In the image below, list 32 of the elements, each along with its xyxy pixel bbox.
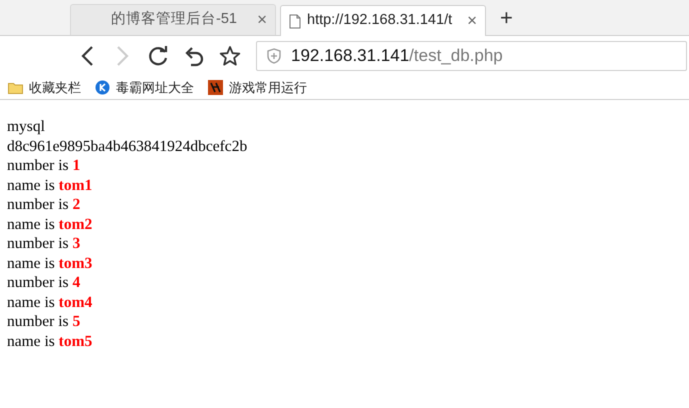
output-line: name is tom1 bbox=[7, 176, 92, 195]
bookmark-link[interactable]: 毒霸网址大全 bbox=[116, 78, 194, 98]
tab-title: http://192.168.31.141/t bbox=[307, 11, 454, 30]
close-tab-button[interactable]: × bbox=[467, 8, 477, 34]
output-line: number is 2 bbox=[7, 195, 80, 214]
output-line: number is 3 bbox=[7, 234, 80, 254]
star-icon[interactable] bbox=[219, 45, 241, 67]
new-tab-button[interactable]: + bbox=[500, 6, 513, 28]
output-line: number is 4 bbox=[7, 273, 80, 292]
browser-tab[interactable]: 的博客管理后台-51 × bbox=[70, 4, 276, 35]
page-icon bbox=[289, 14, 301, 28]
bookmark-link[interactable]: 游戏常用运行 bbox=[229, 78, 307, 98]
browser-tab[interactable]: http://192.168.31.141/t × bbox=[280, 5, 486, 36]
reload-icon[interactable] bbox=[147, 45, 169, 67]
output-line: name is tom5 bbox=[7, 332, 92, 351]
bookmark-link[interactable]: 收藏夹栏 bbox=[29, 78, 81, 98]
output-line: name is tom3 bbox=[7, 254, 92, 273]
output-line: d8c961e9895ba4b463841924dbcefc2b bbox=[7, 136, 248, 156]
output-line: number is 5 bbox=[7, 312, 80, 332]
output-line: number is 1 bbox=[7, 156, 80, 176]
game-icon bbox=[208, 80, 223, 95]
address-bar[interactable]: 192.168.31.141/test_db.php bbox=[256, 41, 687, 71]
undo-icon[interactable] bbox=[183, 45, 205, 67]
tab-title: 的博客管理后台-51 bbox=[111, 10, 238, 30]
close-tab-button[interactable]: × bbox=[257, 7, 267, 33]
output-line: name is tom4 bbox=[7, 292, 92, 312]
output-line: name is tom2 bbox=[7, 214, 92, 234]
k-logo-icon bbox=[95, 80, 110, 95]
output-line: mysql bbox=[7, 117, 45, 136]
folder-icon bbox=[8, 82, 23, 94]
url-text: 192.168.31.141/test_db.php bbox=[291, 45, 503, 68]
shield-icon bbox=[267, 48, 281, 64]
